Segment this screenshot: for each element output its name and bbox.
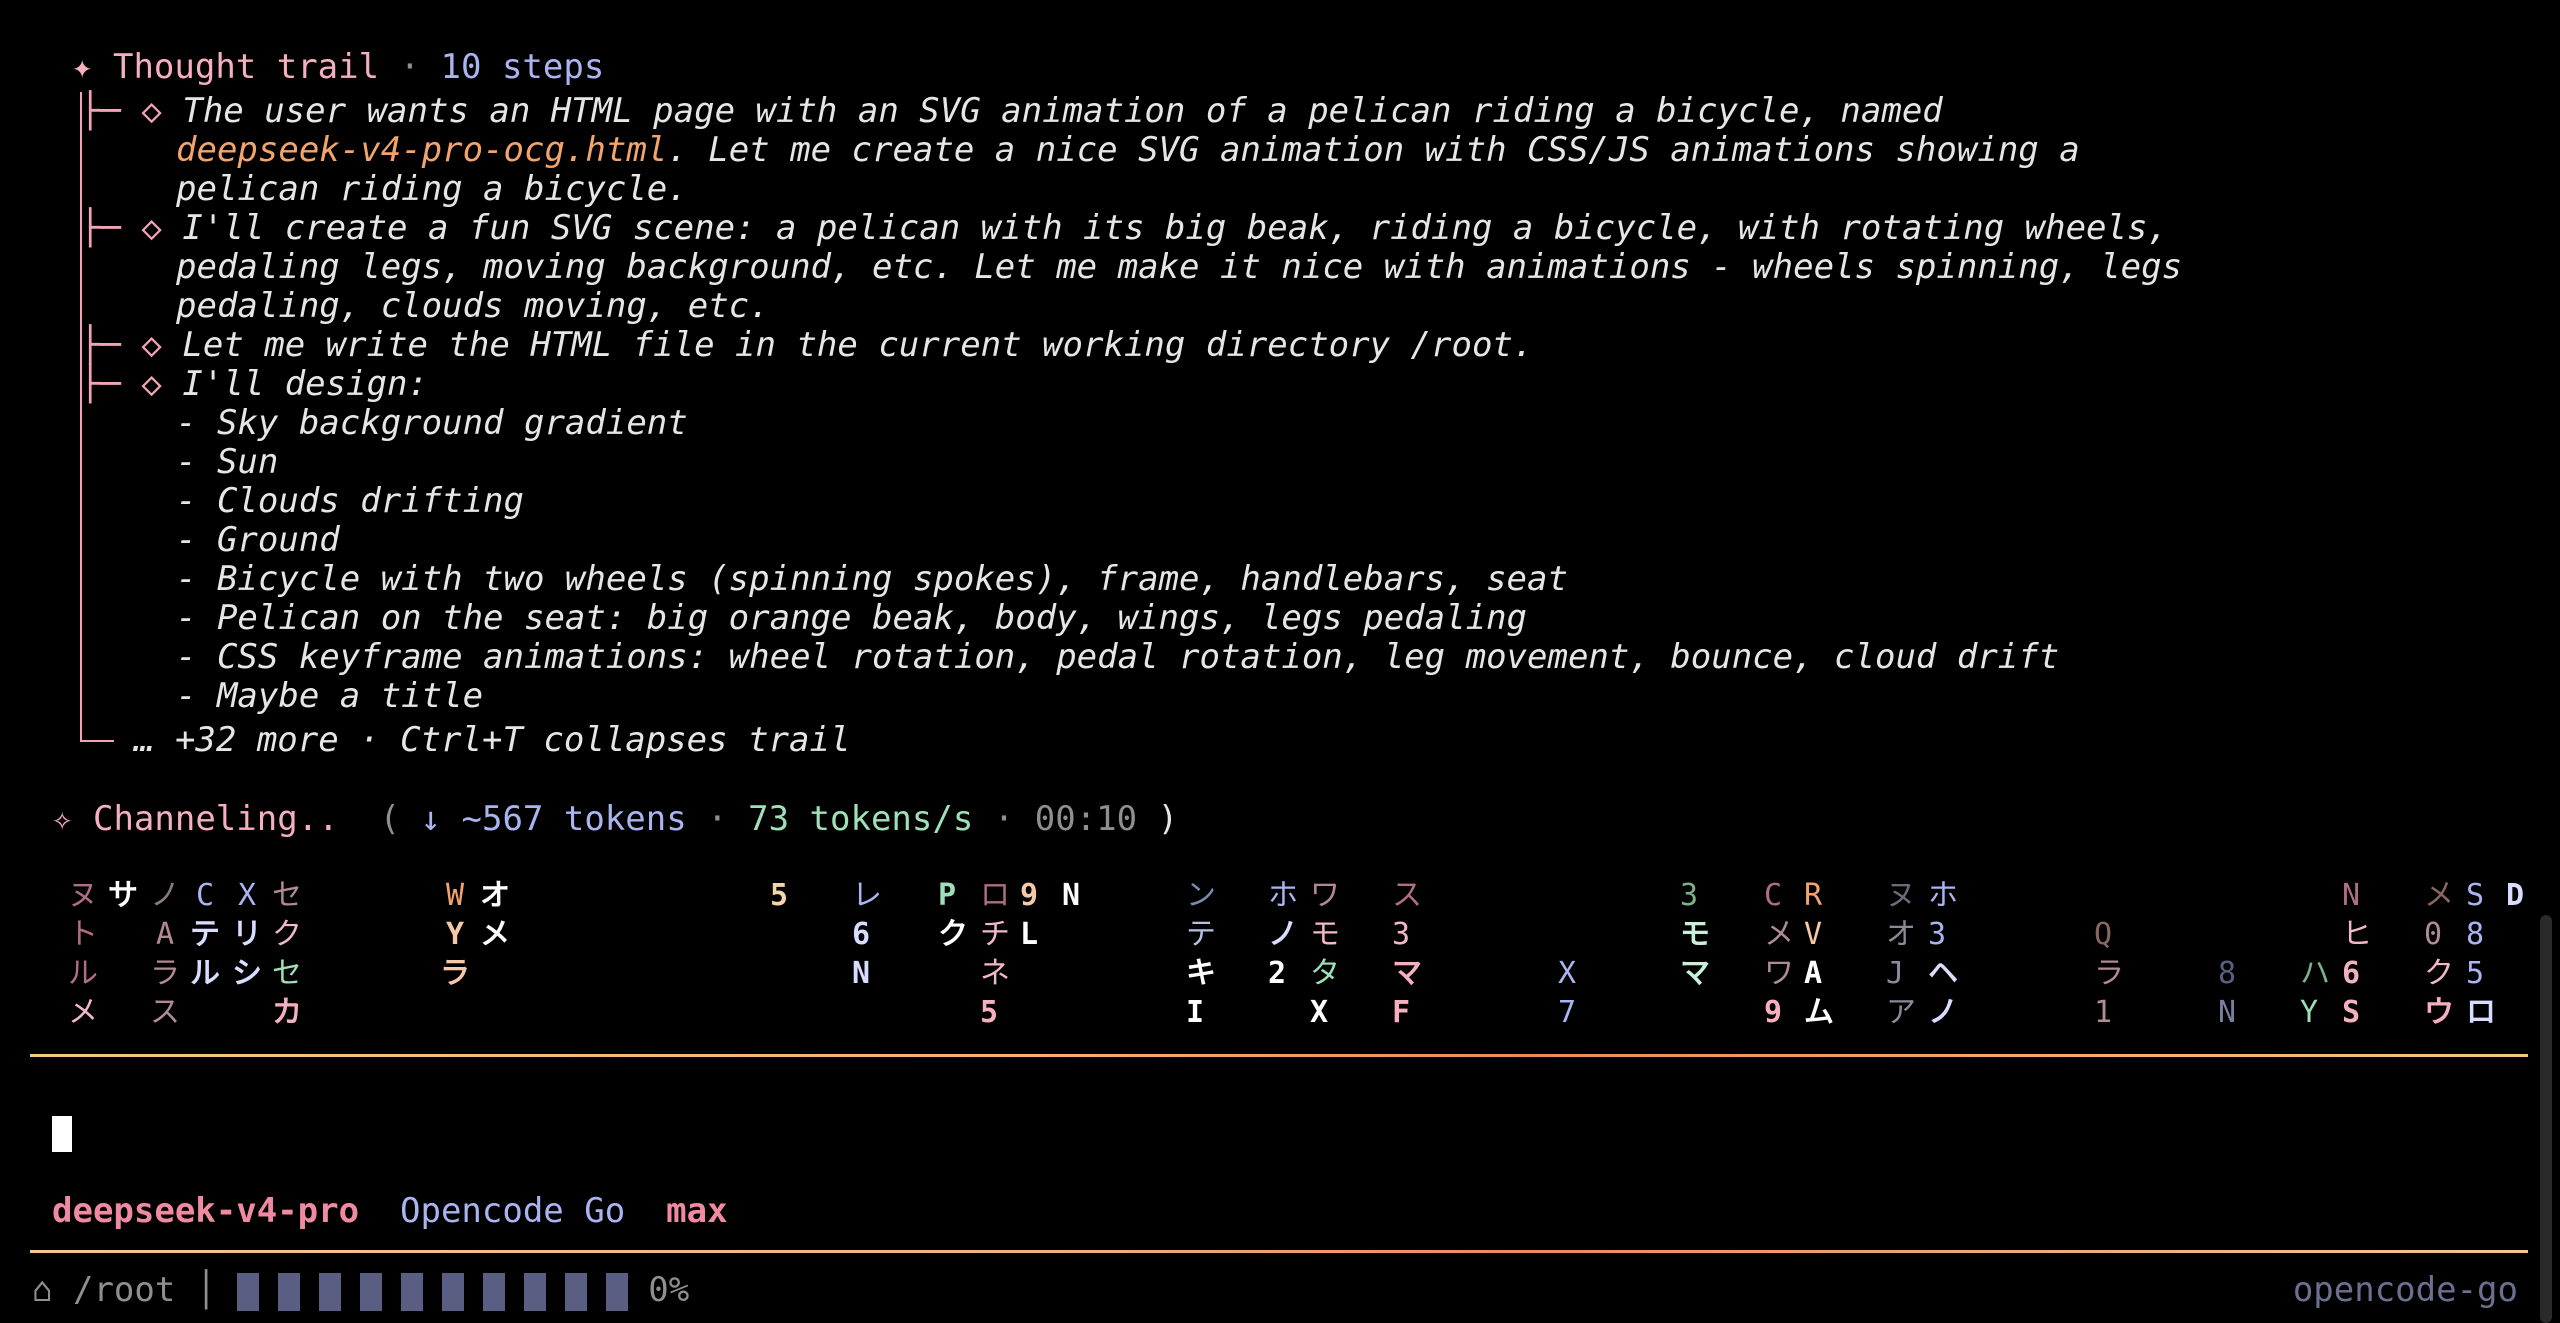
- trail-item-line: pelican riding a bicycle.: [176, 169, 688, 209]
- home-icon: ⌂: [32, 1270, 53, 1310]
- tree-end-branch: [80, 740, 114, 742]
- rain-char: カ: [272, 995, 302, 1030]
- trail-bullet: - Bicycle with two wheels (spinning spok…: [176, 559, 1568, 599]
- rain-char: テ: [190, 917, 220, 952]
- trail-bullet: - Maybe a title: [176, 676, 484, 716]
- trail-more-hint[interactable]: … +32 more · Ctrl+T collapses trail: [134, 721, 850, 760]
- trail-bullet: - Pelican on the seat: big orange beak, …: [176, 598, 1528, 638]
- trail-item: ├─ ◇ The user wants an HTML page with an…: [80, 91, 1943, 131]
- footer-brand: opencode-go: [2292, 1270, 2518, 1310]
- token-rate: 73 tokens/s: [748, 799, 974, 839]
- rain-char: シ: [232, 956, 262, 991]
- down-arrow-icon: ↓: [420, 799, 442, 839]
- model-line: deepseek-v4-pro Opencode Go max: [52, 1192, 728, 1231]
- rain-char: W: [445, 878, 465, 913]
- rain-char: リ: [232, 917, 262, 952]
- rain-char: ク: [272, 917, 302, 952]
- rain-char: ラ: [440, 956, 470, 991]
- model-provider[interactable]: Opencode Go: [400, 1191, 625, 1231]
- rain-char: オ: [480, 878, 510, 913]
- trail-item-line: deepseek-v4-pro-ocg.html. Let me create …: [176, 130, 2080, 170]
- prompt-input[interactable]: [30, 1060, 2528, 1180]
- elapsed-time: 00:10: [1034, 799, 1138, 839]
- cwd-path: /root: [72, 1270, 176, 1310]
- trail-bullet: - Sky background gradient: [176, 403, 688, 443]
- tree-vertical-line: [80, 92, 82, 742]
- trail-bullet: - Sun: [176, 442, 279, 482]
- trail-title: Thought trail: [112, 47, 380, 87]
- footer-left: ⌂ /root │ 0%: [32, 1270, 690, 1311]
- trail-item-line: pedaling, clouds moving, etc.: [176, 286, 770, 326]
- rain-char: サ: [108, 878, 138, 913]
- trail-step-count: 10 steps: [440, 47, 605, 87]
- rain-char: ル: [190, 956, 220, 991]
- trail-bullet: - CSS keyframe animations: wheel rotatio…: [176, 637, 2060, 677]
- rain-char: ル: [68, 956, 98, 991]
- rain-char: メ: [68, 995, 98, 1030]
- status-line: ✧ Channeling.. ( ↓ ~567 tokens · 73 toke…: [52, 799, 1179, 839]
- trail-item: ├─ ◇ I'll create a fun SVG scene: a peli…: [80, 208, 2168, 248]
- prompt-divider-top: [30, 1054, 2528, 1057]
- rain-char: ス: [150, 995, 180, 1030]
- text-cursor: [52, 1116, 72, 1152]
- footer-divider: [30, 1250, 2528, 1253]
- rain-char: C: [195, 878, 215, 913]
- context-progress-bar: [236, 1270, 628, 1311]
- trail-bullet: - Clouds drifting: [176, 481, 524, 521]
- rain-char: ヌ: [68, 878, 98, 913]
- trail-bullet: - Ground: [176, 520, 340, 560]
- rain-char: ト: [68, 917, 98, 952]
- rain-char: A: [155, 917, 175, 952]
- context-percent: 0%: [648, 1270, 690, 1310]
- rain-char: X: [237, 878, 257, 913]
- trail-item: ├─ ◇ Let me write the HTML file in the c…: [80, 325, 1534, 365]
- thought-trail-header: ✦ Thought trail · 10 steps: [72, 47, 605, 87]
- rain-char: セ: [272, 878, 302, 913]
- rain-char: ノ: [150, 878, 180, 913]
- model-variant[interactable]: max: [666, 1191, 727, 1231]
- file-name: deepseek-v4-pro-ocg.html: [176, 130, 668, 170]
- token-count: ~567 tokens: [461, 799, 687, 839]
- trail-item: ├─ ◇ I'll design:: [80, 364, 428, 404]
- rain-char: Y: [445, 917, 465, 952]
- rain-char: セ: [272, 956, 302, 991]
- trail-item-line: pedaling legs, moving background, etc. L…: [176, 247, 2183, 287]
- sparkle-icon: ✦: [72, 47, 93, 87]
- status-label: Channeling..: [92, 799, 339, 839]
- scrollbar[interactable]: [2540, 915, 2552, 1323]
- rain-char: メ: [480, 917, 510, 952]
- rain-char: ラ: [150, 956, 180, 991]
- model-name[interactable]: deepseek-v4-pro: [52, 1191, 359, 1231]
- sparkle-outline-icon: ✧: [52, 799, 73, 839]
